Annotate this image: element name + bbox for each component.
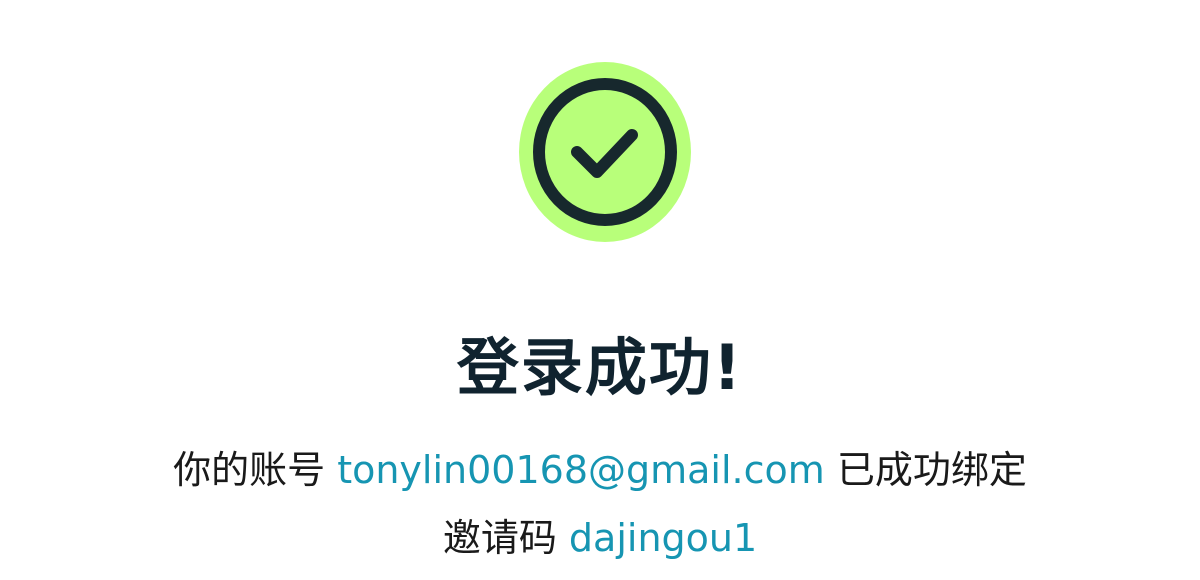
invite-code-row: 邀请码 dajingou1: [0, 512, 1200, 564]
message-prefix: 你的账号: [173, 448, 326, 492]
login-success-screen: 登录成功! 你的账号 tonylin00168@gmail.com 已成功绑定 …: [0, 0, 1200, 580]
invite-label: 邀请码: [442, 516, 557, 560]
message-suffix: 已成功绑定: [836, 448, 1027, 492]
bound-email: tonylin00168@gmail.com: [337, 448, 825, 492]
success-badge: [519, 62, 691, 242]
invite-code: dajingou1: [568, 516, 758, 560]
page-title: 登录成功!: [456, 331, 744, 404]
binding-message: 你的账号 tonylin00168@gmail.com 已成功绑定: [0, 444, 1200, 496]
check-circle-icon: [519, 62, 691, 242]
